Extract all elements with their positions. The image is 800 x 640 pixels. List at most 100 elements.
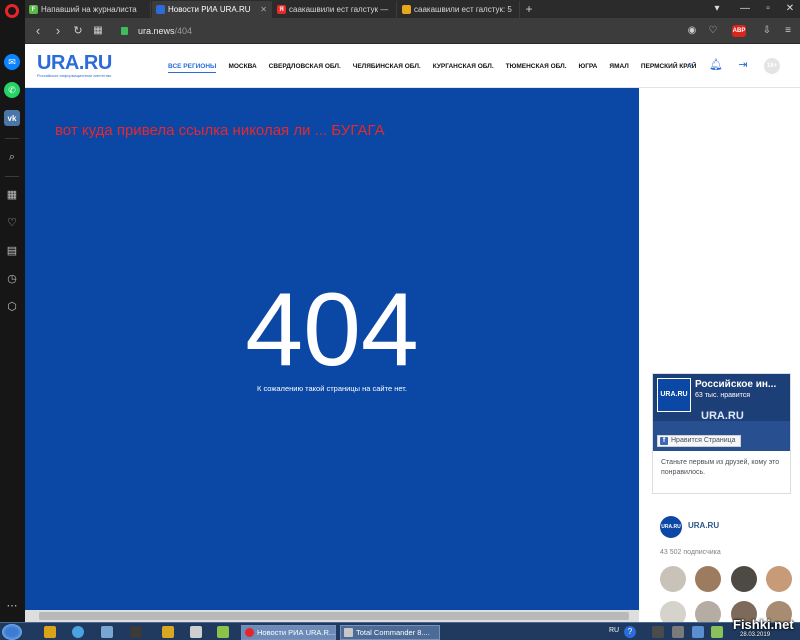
windows-taskbar: Новости РИА URA.R... Total Commander 8..… [0,622,800,640]
region-link[interactable]: СВЕРДЛОВСКАЯ ОБЛ. [269,63,341,73]
search-icon[interactable]: ⌕ [4,149,20,165]
tab-bar: F Напавший на журналиста Новости РИА URA… [25,0,800,18]
quicklaunch-icon[interactable] [44,626,56,638]
error-message: К сожалению такой страницы на сайте нет. [257,384,407,393]
url-field[interactable]: ura.news/404 [121,23,681,39]
site-logo[interactable]: URA.RU [37,52,112,75]
extensions-icon[interactable]: ⬡ [4,298,20,314]
lock-icon [121,27,128,35]
chrome-icon[interactable] [72,626,84,638]
history-icon[interactable]: ◷ [4,270,20,286]
region-link[interactable]: МОСКВА [228,63,256,73]
web-page: URA.RU Российское информационное агентст… [25,44,800,627]
whatsapp-icon[interactable]: ✆ [4,82,20,98]
fb-like-label: Нравится Страница [671,437,736,444]
region-link[interactable]: ЯМАЛ [609,63,628,73]
tab-close-icon[interactable]: ✕ [260,5,267,14]
forward-button[interactable]: › [50,23,66,39]
taskbar-task-total-commander[interactable]: Total Commander 8.... [340,625,440,640]
url-path: /404 [174,26,193,36]
subscriber-avatar[interactable] [731,566,757,592]
reload-button[interactable]: ↻ [70,23,86,39]
subscriber-avatar[interactable] [695,566,721,592]
heart-bookmark-icon[interactable]: ♡ [706,24,720,38]
region-link[interactable]: КУРГАНСКАЯ ОБЛ. [433,63,494,73]
vk-icon[interactable]: vk [4,110,20,126]
sidebar-divider [5,176,19,177]
system-date: 28.03.2019 [740,632,771,638]
fishki-watermark: Fishki.net [733,617,794,632]
region-link[interactable]: ЧЕЛЯБИНСКАЯ ОБЛ. [353,63,421,73]
tab-favicon-icon: F [29,5,38,14]
tab-item[interactable]: Я саакашвили ест галстук — [273,1,397,18]
app-icon[interactable] [130,626,142,638]
age-rating-badge: 18+ [764,58,780,74]
download-icon[interactable]: ⇩ [760,24,774,38]
region-link-all[interactable]: ВСЕ РЕГИОНЫ [168,63,217,73]
subscriber-avatar[interactable] [766,566,792,592]
back-button[interactable]: ‹ [30,23,46,39]
opera-logo-icon[interactable] [5,4,19,18]
search-icon[interactable]: ⌕ [683,58,697,72]
more-icon[interactable]: ⋯ [4,597,20,613]
fb-likes-count: 63 тыс. нравится [695,392,751,399]
sidebar-divider [5,138,19,139]
site-logo-subtitle: Российское информационное агентство [37,73,112,78]
notification-bell-icon[interactable]: 🔔︎ [709,58,723,72]
speed-dial-icon[interactable]: ▦ [4,186,20,202]
app-icon[interactable] [190,626,202,638]
tray-icon[interactable] [672,626,684,638]
subscriber-avatar[interactable] [660,566,686,592]
camera-icon[interactable]: ◉ [685,24,699,38]
close-window-button[interactable]: ✕ [782,0,798,18]
network-icon[interactable] [692,626,704,638]
start-button[interactable] [2,624,22,640]
easy-setup-icon[interactable]: ≡ [781,24,795,38]
help-icon[interactable]: ? [624,626,636,638]
fb-cta-text: Станьте первым из друзей, кому это понра… [661,459,780,476]
minimize-button[interactable]: — [737,0,753,18]
vk-community-avatar[interactable]: URA.RU [660,516,682,538]
volume-icon[interactable] [711,626,723,638]
opera-icon [245,628,254,637]
image-favicon-icon [402,5,411,14]
login-icon[interactable]: ⇥ [736,58,750,72]
vk-community-name[interactable]: URA.RU [688,521,719,530]
tab-menu-icon[interactable]: ▾ [709,0,725,18]
news-icon[interactable]: ▤ [4,242,20,258]
language-indicator[interactable]: RU [609,627,619,634]
region-link[interactable]: ТЮМЕНСКАЯ ОБЛ. [506,63,567,73]
total-commander-icon [344,628,353,637]
app-icon[interactable] [217,626,229,638]
tab-label: саакашвили ест галстук: 5 [414,5,512,14]
new-tab-button[interactable]: + [522,2,536,16]
task-label: Новости РИА URA.R... [257,628,336,637]
tab-label: саакашвили ест галстук — [289,5,389,14]
region-link[interactable]: ЮГРА [579,63,598,73]
tray-icon[interactable] [652,626,664,638]
tab-label: Новости РИА URA.RU [168,5,251,14]
maximize-button[interactable]: ▫ [760,0,776,18]
app-icon[interactable] [162,626,174,638]
horizontal-scrollbar[interactable] [25,610,639,622]
vk-subscribers-count: 43 502 подписчика [660,549,721,556]
fb-like-page-button[interactable]: f Нравится Страница [657,435,741,447]
tab-item[interactable]: F Напавший на журналиста [25,1,151,18]
site-header: URA.RU Российское информационное агентст… [25,44,800,88]
tab-favicon-icon [156,5,165,14]
adblock-plus-icon[interactable]: ABP [732,25,746,37]
tabs-grid-icon[interactable]: ▦ [90,23,106,39]
taskbar-task-opera[interactable]: Новости РИА URA.R... [241,625,336,640]
task-label: Total Commander 8.... [356,628,430,637]
explorer-icon[interactable] [101,626,113,638]
opera-sidebar: ✉ ✆ vk ⌕ ▦ ♡ ▤ ◷ ⬡ ⋯ [0,0,25,622]
tab-item-active[interactable]: Новости РИА URA.RU ✕ [152,1,272,18]
scrollbar-thumb[interactable] [39,612,629,620]
messenger-icon[interactable]: ✉ [4,54,20,70]
heart-icon[interactable]: ♡ [4,214,20,230]
error-code: 404 [245,272,419,388]
fb-page-name[interactable]: Российское ин... [695,379,788,390]
fb-page-avatar[interactable]: URA.RU [657,378,691,412]
tab-item[interactable]: саакашвили ест галстук: 5 [398,1,520,18]
address-bar: ‹ › ↻ ▦ ura.news/404 ◉ ♡ ABP ⇩ ≡ [25,18,800,44]
